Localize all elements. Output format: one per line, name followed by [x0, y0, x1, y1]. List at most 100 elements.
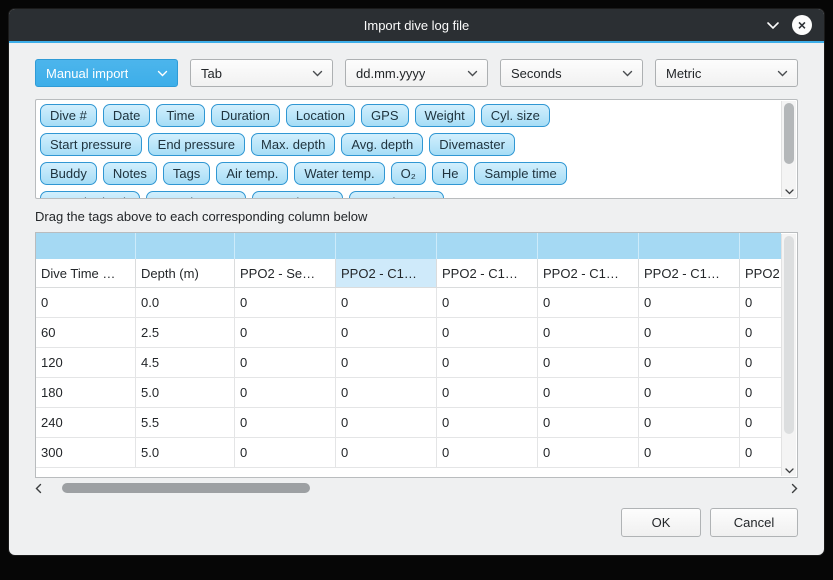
table-cell[interactable]: 0: [437, 438, 538, 467]
date-format-combobox[interactable]: dd.mm.yyyy: [345, 59, 488, 87]
table-cell[interactable]: 0: [639, 318, 740, 347]
table-cell[interactable]: 0: [740, 288, 781, 317]
tag-o[interactable]: O₂: [391, 162, 426, 185]
scroll-right-arrow-icon[interactable]: [791, 483, 798, 494]
column-header[interactable]: PPO2 - C1…: [336, 259, 437, 287]
table-cell[interactable]: 4.5: [136, 348, 235, 377]
table-cell[interactable]: 0: [336, 318, 437, 347]
table-cell[interactable]: 60: [36, 318, 136, 347]
titlebar[interactable]: Import dive log file ×: [9, 9, 824, 43]
column-drop-target[interactable]: [235, 233, 336, 259]
table-cell[interactable]: 0: [639, 378, 740, 407]
table-cell[interactable]: 5.0: [136, 438, 235, 467]
tag-tags[interactable]: Tags: [163, 162, 210, 185]
table-cell[interactable]: 0: [437, 318, 538, 347]
column-header[interactable]: PPO2 - C1…: [639, 259, 740, 287]
tags-scrollbar-thumb[interactable]: [784, 103, 794, 164]
column-drop-target[interactable]: [437, 233, 538, 259]
tag-buddy[interactable]: Buddy: [40, 162, 97, 185]
time-format-combobox[interactable]: Seconds: [500, 59, 643, 87]
scroll-left-arrow-icon[interactable]: [35, 483, 42, 494]
table-cell[interactable]: 0: [336, 348, 437, 377]
table-cell[interactable]: 0: [639, 408, 740, 437]
column-header[interactable]: Depth (m): [136, 259, 235, 287]
table-cell[interactable]: 0: [437, 378, 538, 407]
table-scrollbar-thumb[interactable]: [784, 236, 794, 434]
table-cell[interactable]: 0: [639, 348, 740, 377]
horizontal-scrollbar-thumb[interactable]: [62, 483, 310, 493]
table-cell[interactable]: 0: [437, 288, 538, 317]
tag-sample-time[interactable]: Sample time: [474, 162, 566, 185]
units-combobox[interactable]: Metric: [655, 59, 798, 87]
table-cell[interactable]: 0: [538, 438, 639, 467]
table-cell[interactable]: 0: [740, 318, 781, 347]
scroll-down-arrow-icon[interactable]: [782, 468, 796, 474]
tag-max-depth[interactable]: Max. depth: [251, 133, 335, 156]
tag-time[interactable]: Time: [156, 104, 204, 127]
column-drop-target[interactable]: [639, 233, 740, 259]
table-cell[interactable]: 0: [235, 348, 336, 377]
close-button[interactable]: ×: [792, 15, 812, 35]
table-cell[interactable]: 0: [336, 408, 437, 437]
column-drop-target[interactable]: [36, 233, 136, 259]
tag-end-pressure[interactable]: End pressure: [148, 133, 245, 156]
table-cell[interactable]: 0: [235, 378, 336, 407]
table-cell[interactable]: 240: [36, 408, 136, 437]
import-mode-combobox[interactable]: Manual import: [35, 59, 178, 87]
column-drop-target[interactable]: [336, 233, 437, 259]
tag-sample-temp[interactable]: Sample temp.: [146, 191, 246, 198]
table-cell[interactable]: 0.0: [136, 288, 235, 317]
tag-avg-depth[interactable]: Avg. depth: [341, 133, 423, 156]
column-header[interactable]: PPO2 - C1…: [437, 259, 538, 287]
column-header[interactable]: Dive Time …: [36, 259, 136, 287]
tag-divemaster[interactable]: Divemaster: [429, 133, 515, 156]
tag-notes[interactable]: Notes: [103, 162, 157, 185]
chevron-down-icon[interactable]: [766, 21, 780, 30]
table-cell[interactable]: 0: [740, 378, 781, 407]
cancel-button[interactable]: Cancel: [710, 508, 798, 537]
table-cell[interactable]: 0: [235, 288, 336, 317]
tag-sample-cns[interactable]: Sample CNS: [349, 191, 444, 198]
tags-scrollbar[interactable]: [781, 101, 796, 197]
ok-button[interactable]: OK: [621, 508, 701, 537]
table-cell[interactable]: 0: [437, 408, 538, 437]
table-cell[interactable]: 0: [235, 408, 336, 437]
tag-he[interactable]: He: [432, 162, 469, 185]
table-cell[interactable]: 0: [538, 318, 639, 347]
table-cell[interactable]: 0: [235, 438, 336, 467]
tag-location[interactable]: Location: [286, 104, 355, 127]
table-cell[interactable]: 0: [538, 348, 639, 377]
table-cell[interactable]: 0: [538, 288, 639, 317]
tag-water-temp[interactable]: Water temp.: [294, 162, 384, 185]
table-cell[interactable]: 0: [437, 348, 538, 377]
table-cell[interactable]: 5.0: [136, 378, 235, 407]
table-cell[interactable]: 120: [36, 348, 136, 377]
table-cell[interactable]: 0: [235, 318, 336, 347]
tag-start-pressure[interactable]: Start pressure: [40, 133, 142, 156]
table-cell[interactable]: 0: [639, 438, 740, 467]
table-vertical-scrollbar[interactable]: [781, 234, 796, 476]
table-cell[interactable]: 0: [336, 288, 437, 317]
tag-duration[interactable]: Duration: [211, 104, 280, 127]
table-horizontal-scrollbar[interactable]: [35, 480, 798, 496]
column-drop-target[interactable]: [740, 233, 781, 259]
tag-date[interactable]: Date: [103, 104, 150, 127]
tag-air-temp[interactable]: Air temp.: [216, 162, 288, 185]
table-cell[interactable]: 0: [336, 378, 437, 407]
tag-sample-po[interactable]: Sample pO₂: [252, 191, 342, 198]
table-cell[interactable]: 0: [36, 288, 136, 317]
table-cell[interactable]: 0: [538, 408, 639, 437]
column-header[interactable]: PPO2 - C1…: [740, 259, 781, 287]
table-cell[interactable]: 0: [639, 288, 740, 317]
tag-dive[interactable]: Dive #: [40, 104, 97, 127]
table-cell[interactable]: 300: [36, 438, 136, 467]
tag-sample-depth[interactable]: Sample depth: [40, 191, 140, 198]
tag-cyl-size[interactable]: Cyl. size: [481, 104, 550, 127]
table-cell[interactable]: 2.5: [136, 318, 235, 347]
tag-gps[interactable]: GPS: [361, 104, 408, 127]
field-separator-combobox[interactable]: Tab: [190, 59, 333, 87]
tag-weight[interactable]: Weight: [415, 104, 475, 127]
horizontal-scrollbar-track[interactable]: [48, 483, 785, 493]
column-drop-target[interactable]: [136, 233, 235, 259]
column-header[interactable]: PPO2 - Se…: [235, 259, 336, 287]
